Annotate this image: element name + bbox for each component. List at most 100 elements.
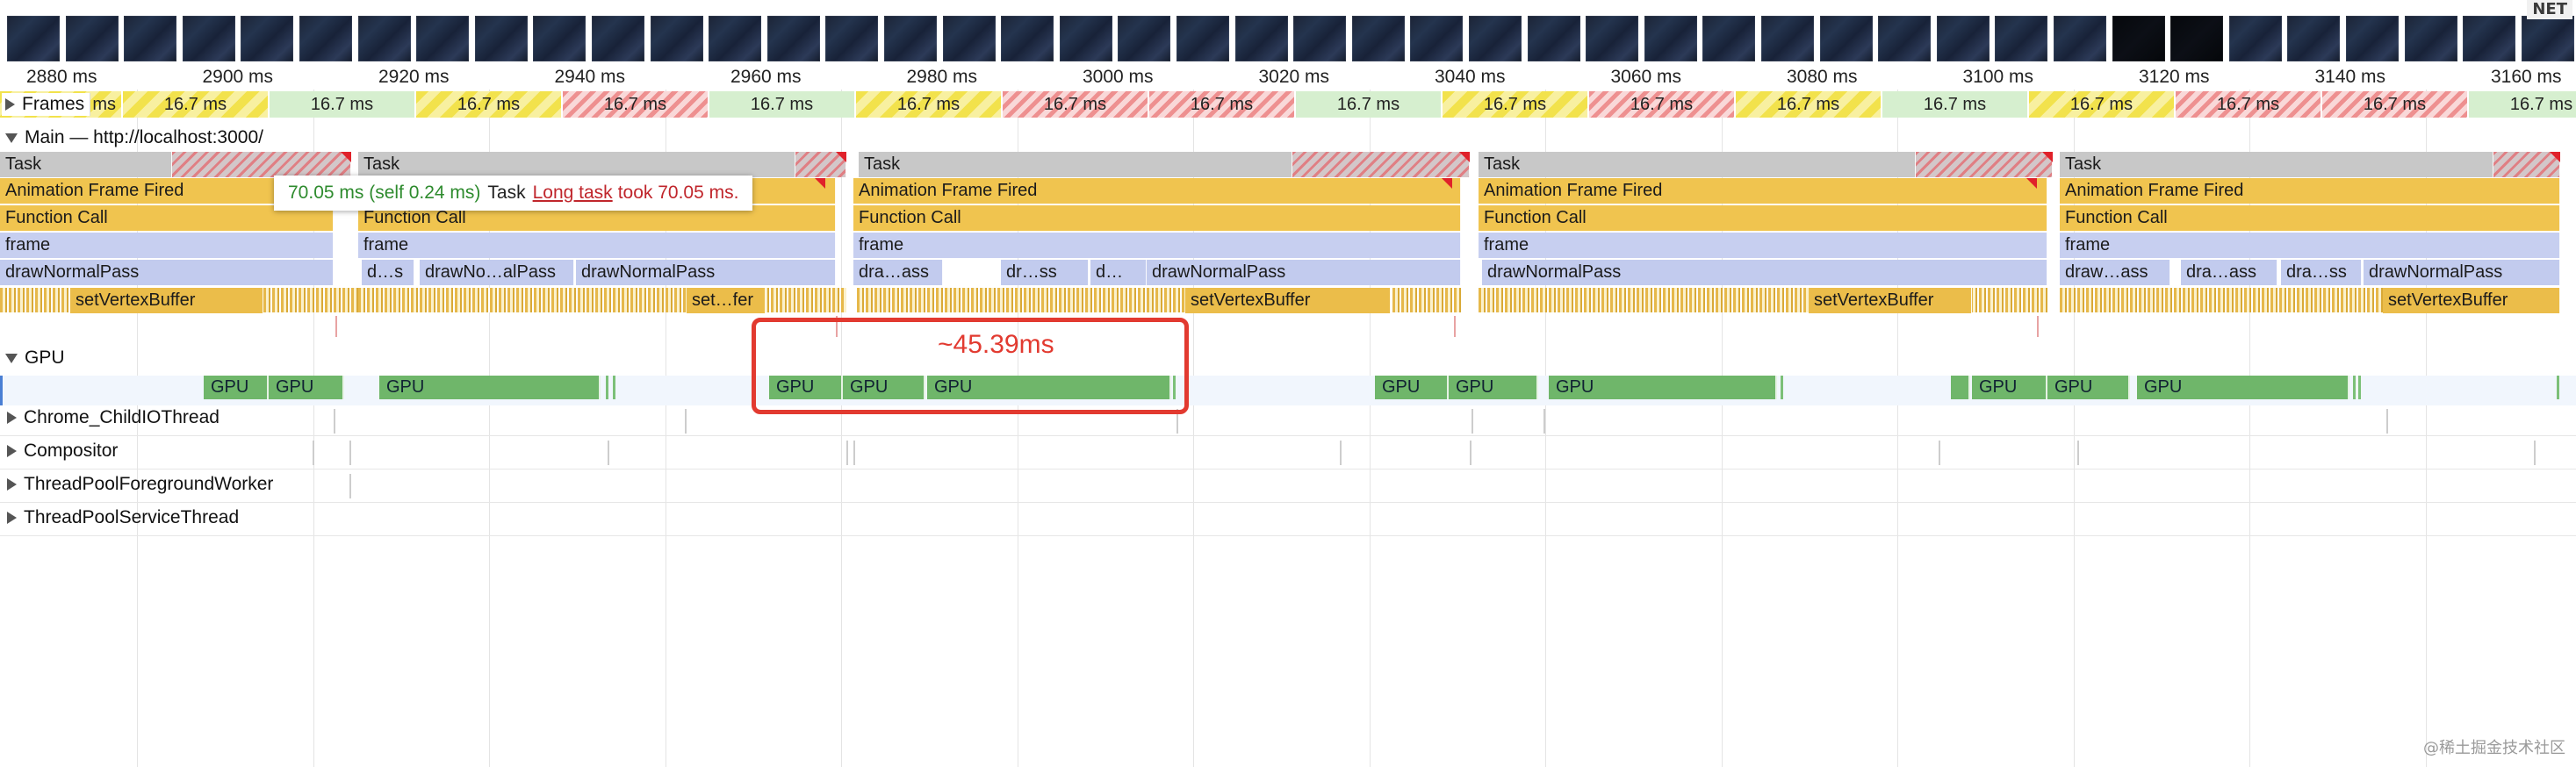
gpu-task-block[interactable]: GPU xyxy=(2047,376,2130,399)
task-bar[interactable]: Task xyxy=(0,152,172,177)
screenshot-thumbnail[interactable] xyxy=(825,16,879,61)
gpu-task-tick[interactable] xyxy=(2358,376,2361,399)
screenshot-thumbnail[interactable] xyxy=(357,16,411,61)
task-bar[interactable]: Task xyxy=(2060,152,2493,177)
thread-header[interactable]: Compositor xyxy=(7,441,118,462)
screenshot-thumbnail[interactable] xyxy=(1819,16,1873,61)
screenshot-thumbnail[interactable] xyxy=(241,16,294,61)
frame-block[interactable]: 16.7 ms xyxy=(1296,91,1443,118)
frames-track[interactable]: ms 16.7 ms 16.7 ms 16.7 ms 16.7 ms 16.7 ms 16.… xyxy=(0,91,2576,119)
long-task-hatch[interactable] xyxy=(1292,152,1470,177)
thread-activity-tick[interactable] xyxy=(1543,409,1545,434)
animation-frame-fired-bar[interactable]: Animation Frame Fired xyxy=(853,178,1461,204)
thread-activity-tick[interactable] xyxy=(2077,441,2079,465)
thread-activity-tick[interactable] xyxy=(853,441,855,465)
gpu-task-block[interactable]: GPU xyxy=(2137,376,2349,399)
draw-normal-pass-bar[interactable]: drawNormalPass xyxy=(576,260,836,285)
screenshot-thumbnail[interactable] xyxy=(182,16,235,61)
long-task-hatch[interactable] xyxy=(172,152,351,177)
thread-activity-tick[interactable] xyxy=(608,441,609,465)
collapse-arrow-icon[interactable] xyxy=(5,133,18,143)
draw-normal-pass-bar[interactable]: drawNormalPass xyxy=(0,260,334,285)
thread-header[interactable]: ThreadPoolServiceThread xyxy=(7,507,239,528)
expand-arrow-icon[interactable] xyxy=(7,478,17,491)
frame-block[interactable]: 16.7 ms xyxy=(2469,91,2576,118)
thread-row[interactable]: Compositor xyxy=(0,435,2576,470)
thread-activity-tick[interactable] xyxy=(1471,409,1473,434)
frame-block[interactable]: 16.7 ms xyxy=(1736,91,1882,118)
draw-normal-pass-bar[interactable]: drawNo…alPass xyxy=(420,260,574,285)
set-vertex-buffer-bar[interactable]: setVertexBuffer xyxy=(1185,288,1391,313)
thread-row[interactable]: ThreadPoolServiceThread xyxy=(0,502,2576,536)
screenshot-thumbnail[interactable] xyxy=(2287,16,2341,61)
thread-activity-tick[interactable] xyxy=(846,441,848,465)
gpu-task-block[interactable]: GPU xyxy=(269,376,344,399)
thread-activity-tick[interactable] xyxy=(1470,441,1471,465)
thread-activity-tick[interactable] xyxy=(313,441,314,465)
frame-block[interactable]: 16.7 ms xyxy=(1589,91,1736,118)
function-call-bar[interactable]: Function Call xyxy=(853,205,1461,231)
time-ruler[interactable]: 2880 ms 2900 ms 2920 ms 2940 ms 2960 ms 2980 … xyxy=(0,63,2576,90)
thread-activity-tick[interactable] xyxy=(1340,441,1342,465)
frame-block[interactable]: 16.7 ms xyxy=(1443,91,1589,118)
thread-row[interactable]: ThreadPoolForegroundWorker xyxy=(0,469,2576,503)
screenshot-thumbnail[interactable] xyxy=(592,16,644,61)
frame-block[interactable]: 16.7 ms xyxy=(563,91,709,118)
screenshot-thumbnail[interactable] xyxy=(1234,16,1288,61)
thread-row[interactable]: Chrome_ChildIOThread xyxy=(0,402,2576,436)
expand-arrow-icon[interactable] xyxy=(5,98,15,111)
frame-block[interactable]: 16.7 ms xyxy=(416,91,563,118)
gpu-task-block[interactable]: GPU xyxy=(1375,376,1449,399)
screenshot-thumbnail[interactable] xyxy=(1995,16,2048,61)
set-vertex-buffer-bar[interactable]: setVertexBuffer xyxy=(70,288,263,313)
task-bar[interactable]: Task xyxy=(1479,152,1916,177)
screenshot-thumbnail[interactable] xyxy=(1118,16,1171,61)
frame-block[interactable]: 16.7 ms xyxy=(2322,91,2469,118)
draw-normal-pass-bar[interactable]: dr…ss xyxy=(1001,260,1089,285)
gpu-task-block[interactable]: GPU xyxy=(379,376,601,399)
gpu-task-block[interactable]: GPU xyxy=(1549,376,1777,399)
screenshot-thumbnail[interactable] xyxy=(2054,16,2106,61)
gpu-task-block[interactable]: GPU xyxy=(204,376,269,399)
expand-arrow-icon[interactable] xyxy=(7,445,17,458)
screenshot-thumbnail[interactable] xyxy=(533,16,586,61)
screenshot-thumbnail[interactable] xyxy=(1702,16,1756,61)
screenshot-thumbnail[interactable] xyxy=(1761,16,1814,61)
frame-bar[interactable]: frame xyxy=(2060,233,2560,258)
thread-activity-tick[interactable] xyxy=(2534,441,2536,465)
expand-arrow-icon[interactable] xyxy=(7,412,17,425)
screenshot-thumbnail[interactable] xyxy=(2463,16,2516,61)
screenshot-thumbnail[interactable] xyxy=(299,16,352,61)
thread-header[interactable]: Chrome_ChildIOThread xyxy=(7,407,219,428)
gpu-task-tick[interactable] xyxy=(2557,376,2559,399)
draw-normal-pass-bar[interactable]: dra…ass xyxy=(2181,260,2277,285)
frame-block[interactable]: 16.7 ms xyxy=(2176,91,2322,118)
gpu-task-block[interactable] xyxy=(1951,376,1970,399)
long-task-hatch[interactable] xyxy=(1916,152,2053,177)
screenshot-thumbnail[interactable] xyxy=(942,16,996,61)
screenshot-thumbnail[interactable] xyxy=(474,16,528,61)
draw-normal-pass-bar[interactable]: drawNormalPass xyxy=(2364,260,2560,285)
screenshot-thumbnail[interactable] xyxy=(124,16,177,61)
set-vertex-buffer-bar[interactable]: set…fer xyxy=(687,288,766,313)
draw-normal-pass-bar[interactable]: dra…ass xyxy=(853,260,943,285)
frame-bar[interactable]: frame xyxy=(0,233,334,258)
draw-normal-pass-bar[interactable]: d… xyxy=(1090,260,1147,285)
gpu-task-tick[interactable] xyxy=(613,376,615,399)
screenshot-thumbnail[interactable] xyxy=(2112,16,2165,61)
screenshot-thumbnail[interactable] xyxy=(7,16,60,61)
frame-block[interactable]: 16.7 ms xyxy=(270,91,416,118)
frame-block[interactable]: 16.7 ms xyxy=(1149,91,1296,118)
screenshot-thumbnail[interactable] xyxy=(884,16,937,61)
set-vertex-buffer-bar[interactable]: setVertexBuffer xyxy=(1809,288,1972,313)
screenshot-thumbnail[interactable] xyxy=(2170,16,2224,61)
set-vertex-buffer-bar[interactable]: setVertexBuffer xyxy=(2383,288,2560,313)
thread-activity-tick[interactable] xyxy=(349,474,351,498)
frame-block[interactable]: 16.7 ms xyxy=(123,91,270,118)
thread-activity-tick[interactable] xyxy=(334,409,335,434)
screenshot-thumbnail[interactable] xyxy=(2346,16,2399,61)
gpu-task-tick[interactable] xyxy=(2353,376,2356,399)
long-task-link[interactable]: Long task xyxy=(533,183,613,203)
collapse-arrow-icon[interactable] xyxy=(5,353,18,363)
draw-normal-pass-bar[interactable]: drawNormalPass xyxy=(1147,260,1461,285)
